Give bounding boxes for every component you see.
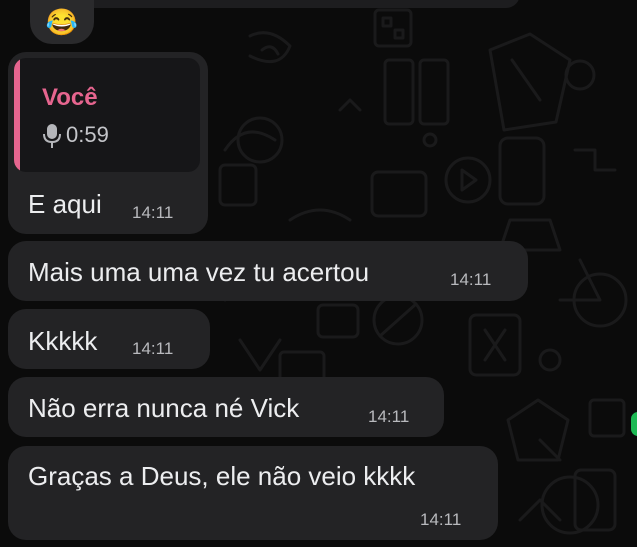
previous-message-bubble <box>40 0 520 8</box>
message-time: 14:11 <box>132 339 174 358</box>
message-text: Kkkkk <box>28 326 98 356</box>
mic-icon <box>43 124 61 148</box>
message-time: 14:11 <box>450 270 492 289</box>
message-text: Não erra nunca né Vick <box>28 393 300 423</box>
message-bubble[interactable]: Graças a Deus, ele não veio kkkk 14:11 <box>8 446 498 540</box>
message-text: Graças a Deus, ele não veio kkkk <box>28 461 416 491</box>
message-bubble[interactable]: Não erra nunca né Vick 14:11 <box>8 377 444 437</box>
quote-accent-bar <box>14 58 20 172</box>
message-text: Mais uma uma vez tu acertou <box>28 257 370 287</box>
reaction-badge[interactable]: 😂 <box>30 0 94 44</box>
quoted-message[interactable]: Você 0:59 <box>14 58 200 172</box>
message-time: 14:11 <box>132 203 174 222</box>
voice-note-duration: 0:59 <box>66 122 109 147</box>
message-bubble[interactable]: Mais uma uma vez tu acertou 14:11 <box>8 241 528 301</box>
message-bubble[interactable]: Kkkkk 14:11 <box>8 309 210 369</box>
message-bubble-reply[interactable]: Você 0:59 E aqui 14:11 <box>8 52 208 234</box>
reaction-emoji: 😂 <box>45 7 79 37</box>
message-time: 14:11 <box>368 407 410 426</box>
online-indicator <box>631 412 637 436</box>
message-time: 14:11 <box>420 510 462 529</box>
message-text: E aqui <box>28 189 102 219</box>
quoted-author: Você <box>42 84 98 111</box>
